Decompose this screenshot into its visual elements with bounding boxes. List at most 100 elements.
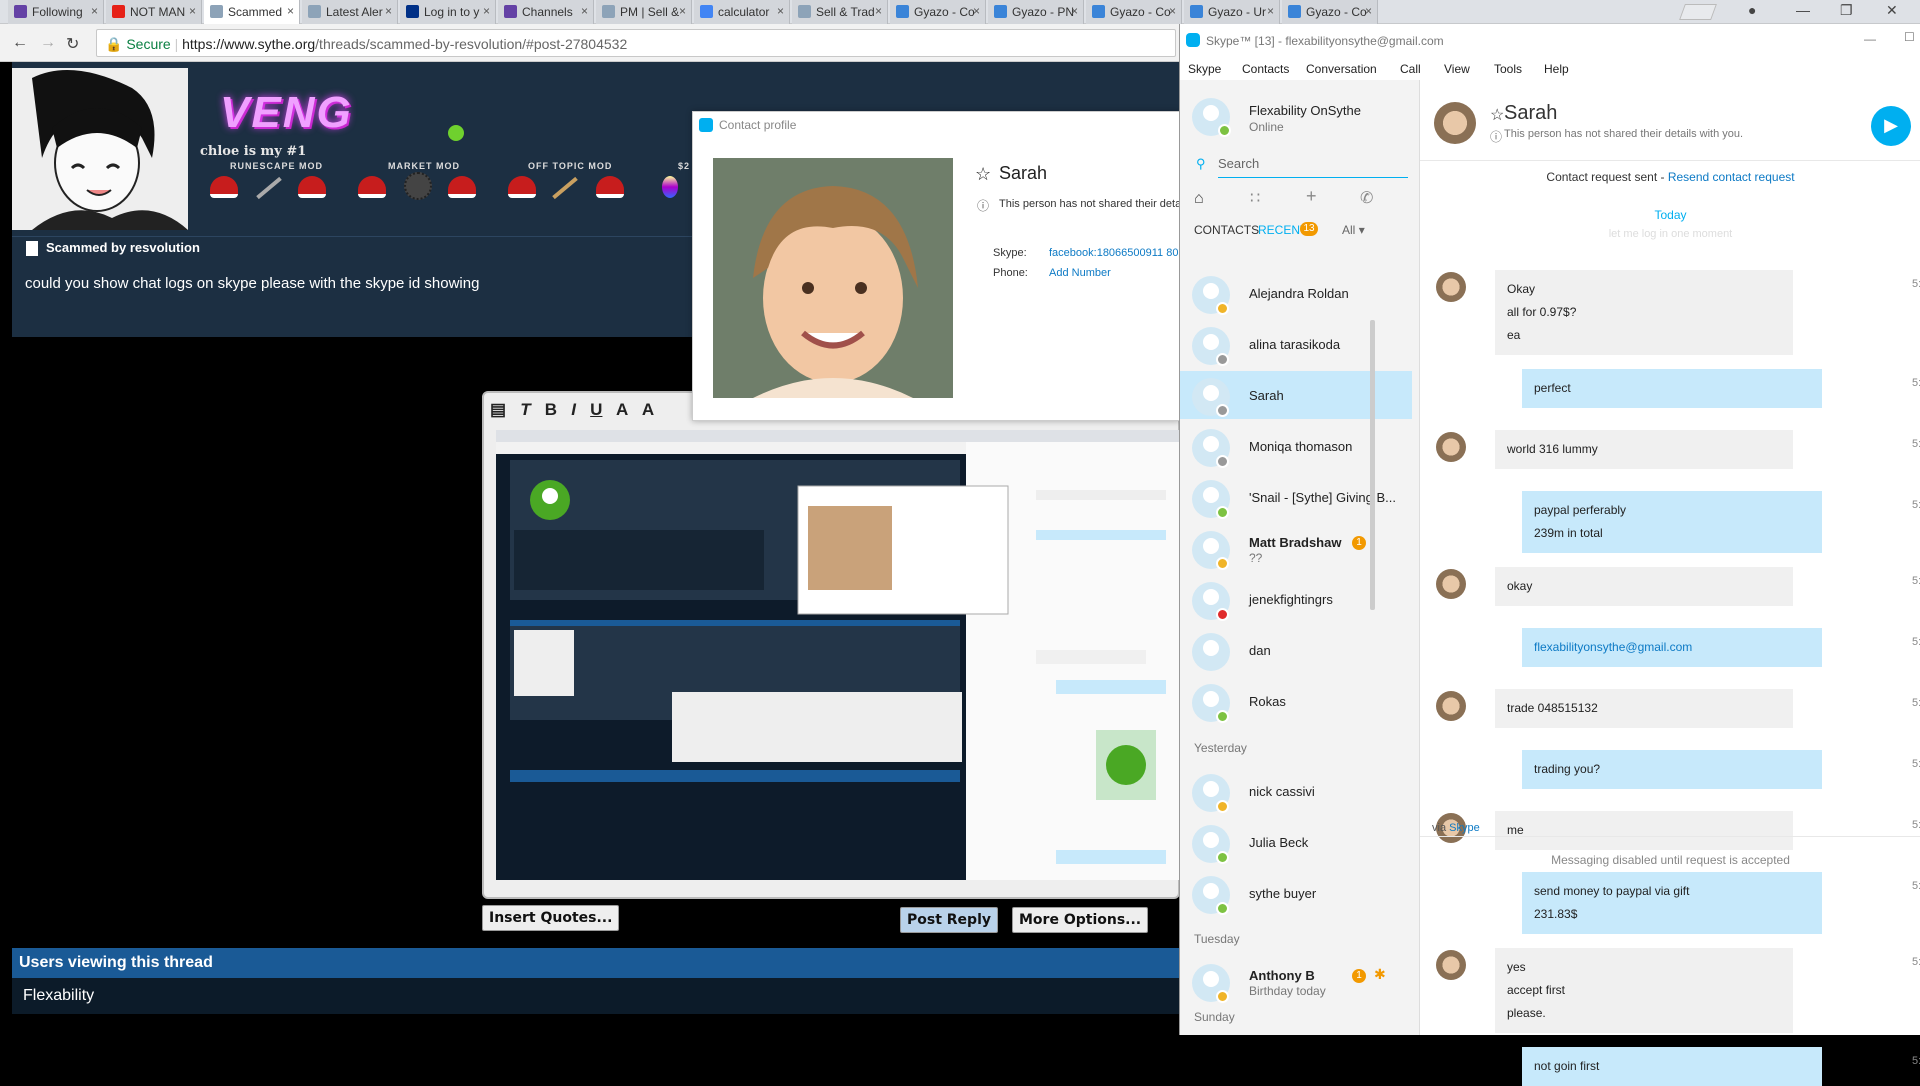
contact-name: Julia Beck <box>1249 835 1309 850</box>
add-icon[interactable]: + <box>1306 186 1317 207</box>
address-bar[interactable]: 🔒 Secure | https://www.sythe.org/threads… <box>96 29 1176 57</box>
tab-close-icon[interactable]: × <box>581 4 588 18</box>
tab-close-icon[interactable]: × <box>483 4 490 18</box>
incoming-message[interactable]: trade 048515132 <box>1495 689 1793 728</box>
tab-close-icon[interactable]: × <box>1169 4 1176 18</box>
incoming-message[interactable]: Okay all for 0.97$? ea <box>1495 270 1793 355</box>
tab-close-icon[interactable]: × <box>1267 4 1274 18</box>
menu-item[interactable]: Contacts <box>1242 62 1289 76</box>
outgoing-message[interactable]: not goin first <box>1522 1047 1822 1086</box>
resend-request-link[interactable]: Resend contact request <box>1668 170 1795 184</box>
add-number-link[interactable]: Add Number <box>1049 267 1111 279</box>
browser-tab[interactable]: Latest Aler × <box>302 0 398 24</box>
sender-avatar[interactable] <box>1436 950 1466 980</box>
browser-tab[interactable]: Gyazo - Ur × <box>1184 0 1280 24</box>
clear-format-icon[interactable]: T <box>520 400 530 419</box>
browser-tab[interactable]: Gyazo - Co × <box>890 0 986 24</box>
tab-close-icon[interactable]: × <box>1365 4 1372 18</box>
browser-tab[interactable]: Log in to y × <box>400 0 496 24</box>
back-icon[interactable]: ← <box>12 34 28 52</box>
menu-item[interactable]: Skype <box>1188 62 1221 76</box>
outgoing-message[interactable]: flexabilityonsythe@gmail.com <box>1522 628 1822 667</box>
incoming-message[interactable]: yes accept first please. <box>1495 948 1793 1033</box>
outgoing-message[interactable]: perfect <box>1522 369 1822 408</box>
profile-icon[interactable]: ● <box>1748 2 1756 18</box>
users-viewing-list[interactable]: Flexability <box>12 978 1180 1014</box>
browser-tab[interactable]: calculator × <box>694 0 790 24</box>
favorite-star-icon[interactable]: ☆ <box>1490 105 1504 125</box>
browser-tab[interactable]: Scammed × <box>204 0 300 24</box>
home-icon[interactable]: ⌂ <box>1194 190 1204 208</box>
browser-tab[interactable]: Gyazo - Co × <box>1086 0 1182 24</box>
chat-avatar[interactable] <box>1434 102 1476 144</box>
sender-avatar[interactable] <box>1436 569 1466 599</box>
more-options-button[interactable]: More Options... <box>1012 907 1149 933</box>
tab-contacts[interactable]: CONTACTS <box>1194 223 1259 237</box>
italic-icon[interactable]: I <box>571 400 576 419</box>
gyazo-icon <box>994 5 1007 18</box>
my-status[interactable]: Online <box>1249 120 1284 134</box>
shield-icon <box>602 5 615 18</box>
sender-avatar[interactable] <box>1436 272 1466 302</box>
filter-dropdown[interactable]: All ▾ <box>1342 223 1365 237</box>
minimize-icon[interactable]: — <box>1796 2 1810 18</box>
sidebar-scrollbar[interactable] <box>1370 320 1375 610</box>
new-tab-button[interactable] <box>1679 4 1717 20</box>
font-size-icon[interactable]: A <box>642 400 654 419</box>
tab-close-icon[interactable]: × <box>777 4 784 18</box>
skype-maximize-icon[interactable]: ☐ <box>1904 30 1915 44</box>
outgoing-message[interactable]: send money to paypal via gift 231.83$ <box>1522 872 1822 934</box>
tab-close-icon[interactable]: × <box>875 4 882 18</box>
tab-close-icon[interactable]: × <box>1071 4 1078 18</box>
reload-icon[interactable]: ↻ <box>66 34 79 54</box>
restore-icon[interactable]: ❐ <box>1840 2 1853 19</box>
browser-tab[interactable]: Gyazo - Co × <box>1282 0 1378 24</box>
tab-close-icon[interactable]: × <box>189 4 196 18</box>
sender-avatar[interactable] <box>1436 432 1466 462</box>
incoming-message[interactable]: me <box>1495 811 1793 850</box>
tab-close-icon[interactable]: × <box>679 4 686 18</box>
incoming-message[interactable]: world 316 lummy <box>1495 430 1793 469</box>
outgoing-message[interactable]: paypal perferably 239m in total <box>1522 491 1822 553</box>
menu-item[interactable]: Conversation <box>1306 62 1377 76</box>
sender-avatar[interactable] <box>1436 691 1466 721</box>
bold-icon[interactable]: B <box>545 400 557 419</box>
forward-icon[interactable]: → <box>40 34 56 52</box>
browser-tab[interactable]: Sell & Trad × <box>792 0 888 24</box>
dialpad-icon[interactable]: ∷ <box>1250 188 1260 208</box>
message-line[interactable]: flexabilityonsythe@gmail.com <box>1534 636 1810 659</box>
party-hat-icon <box>596 176 624 198</box>
skype-link[interactable]: Skype <box>1449 822 1480 834</box>
contact-request-notice: Contact request sent - Resend contact re… <box>1420 170 1920 184</box>
tab-close-icon[interactable]: × <box>91 4 98 18</box>
browser-tab[interactable]: Following × <box>8 0 104 24</box>
contact-card-icon[interactable]: ✆ <box>1360 188 1373 208</box>
browser-tab[interactable]: Channels × <box>498 0 594 24</box>
favorite-star-icon[interactable]: ☆ <box>975 164 991 185</box>
insert-quotes-button[interactable]: Insert Quotes... <box>482 905 620 931</box>
browser-tab[interactable]: PM | Sell & × <box>596 0 692 24</box>
video-call-button[interactable]: ▶ <box>1871 106 1911 146</box>
menu-item[interactable]: View <box>1444 62 1470 76</box>
font-color-icon[interactable]: A <box>616 400 628 419</box>
browser-tab[interactable]: NOT MAN × <box>106 0 202 24</box>
tab-label: calculator <box>718 5 770 19</box>
incoming-message[interactable]: okay <box>1495 567 1793 606</box>
close-window-icon[interactable]: ✕ <box>1886 2 1898 19</box>
menu-item[interactable]: Tools <box>1494 62 1522 76</box>
skype-id-link[interactable]: facebook:18066500911 80 <box>1049 247 1178 259</box>
tab-close-icon[interactable]: × <box>973 4 980 18</box>
post-reply-button[interactable]: Post Reply <box>900 907 998 933</box>
paypal-icon <box>406 5 419 18</box>
menu-item[interactable]: Help <box>1544 62 1569 76</box>
search-input[interactable]: Search <box>1218 156 1408 178</box>
menu-item[interactable]: Call <box>1400 62 1421 76</box>
source-icon[interactable]: ▤ <box>490 400 506 419</box>
tab-close-icon[interactable]: × <box>287 4 294 18</box>
skype-minimize-icon[interactable]: — <box>1864 32 1876 46</box>
outgoing-message[interactable]: trading you? <box>1522 750 1822 789</box>
underline-icon[interactable]: U <box>590 400 602 419</box>
presence-status-icon <box>1216 800 1229 813</box>
tab-close-icon[interactable]: × <box>385 4 392 18</box>
browser-tab[interactable]: Gyazo - PN × <box>988 0 1084 24</box>
